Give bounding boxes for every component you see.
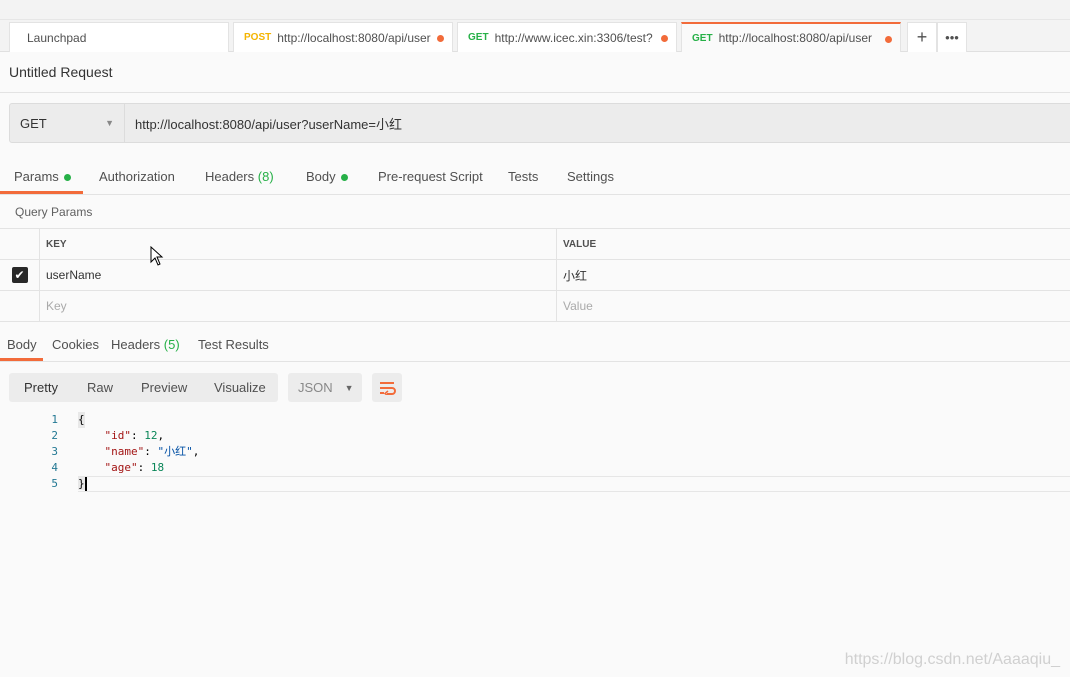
tab-get-icec[interactable]: GET http://www.icec.xin:3306/test? (457, 22, 677, 52)
param-key[interactable]: userName (40, 260, 557, 290)
tab-label: Params (14, 169, 59, 184)
unsaved-dot-icon (885, 36, 892, 43)
url-bar: GET ▼ http://localhost:8080/api/user?user… (9, 103, 1070, 143)
method-select[interactable]: GET ▼ (10, 104, 125, 142)
tab-response-headers[interactable]: Headers (5) (111, 337, 180, 352)
preview-button[interactable]: Preview (141, 380, 187, 395)
tab-get-user-active[interactable]: GET http://localhost:8080/api/user (681, 22, 901, 52)
value-input[interactable]: Value (557, 291, 593, 321)
check-cell (0, 291, 40, 321)
key-header: KEY (40, 229, 557, 259)
tab-authorization[interactable]: Authorization (99, 169, 175, 184)
chevron-down-icon: ▼ (105, 118, 114, 128)
tab-params[interactable]: Params (14, 169, 71, 184)
window-top (0, 0, 1070, 20)
method-badge: POST (244, 32, 272, 43)
request-tab-bar: Launchpad POST http://localhost:8080/api/… (0, 20, 1070, 52)
tab-pre-request-script[interactable]: Pre-request Script (378, 169, 483, 184)
json-key: "age" (104, 461, 138, 474)
param-value[interactable]: 小红 (557, 260, 587, 290)
tab-label: Launchpad (27, 30, 87, 45)
headers-count: (8) (257, 169, 274, 184)
query-params-label: Query Params (15, 205, 93, 219)
tab-label: http://localhost:8080/api/user (277, 30, 431, 45)
json-brace: } (78, 477, 85, 490)
response-tabs: Body Cookies Headers (5) Test Results (0, 330, 1070, 362)
tab-label: Headers (205, 169, 255, 184)
active-dot-icon (340, 174, 348, 182)
tab-response-body[interactable]: Body (7, 337, 37, 352)
header-check-cell (0, 229, 40, 259)
format-select[interactable]: JSON ▼ (288, 373, 362, 402)
more-tabs-icon[interactable]: ••• (937, 22, 967, 52)
line-number: 1 (51, 413, 58, 426)
tab-label: Headers (111, 337, 161, 352)
new-tab-plus-icon[interactable]: + (907, 22, 937, 52)
visualize-button[interactable]: Visualize (214, 380, 266, 395)
request-tabs: Params Authorization Headers (8) Body Pr… (0, 155, 1070, 195)
line-number: 2 (51, 429, 58, 442)
chevron-down-icon: ▼ (344, 382, 354, 393)
tab-body[interactable]: Body (306, 169, 348, 184)
key-input[interactable]: Key (40, 291, 557, 321)
tab-post-user[interactable]: POST http://localhost:8080/api/user (233, 22, 453, 52)
view-mode-group: Pretty Raw Preview Visualize (9, 373, 278, 402)
tab-launchpad[interactable]: Launchpad (9, 22, 229, 52)
method-badge: GET (468, 32, 489, 43)
wrap-lines-icon[interactable] (372, 373, 402, 402)
json-key: "name" (104, 445, 145, 458)
line-number: 3 (51, 445, 58, 458)
code-line: "id": 12, (104, 429, 165, 442)
json-key: "id" (104, 429, 132, 442)
text-cursor (84, 477, 87, 491)
raw-button[interactable]: Raw (87, 380, 113, 395)
active-tab-indicator (0, 358, 43, 361)
tab-tests[interactable]: Tests (508, 169, 538, 184)
divider (0, 92, 1070, 93)
method-badge: GET (692, 32, 713, 44)
pretty-button[interactable]: Pretty (24, 380, 58, 395)
method-value: GET (20, 115, 47, 131)
code-line: { (78, 412, 85, 428)
tab-label: http://localhost:8080/api/user (718, 31, 872, 45)
tab-cookies[interactable]: Cookies (52, 337, 99, 352)
url-input[interactable]: http://localhost:8080/api/user?userName=… (125, 104, 402, 142)
params-table: KEY VALUE ✔ userName 小红 Key Value (0, 228, 1070, 322)
code-line: } (78, 476, 87, 492)
code-line: "age": 18 (104, 461, 165, 474)
tab-test-results[interactable]: Test Results (198, 337, 269, 352)
line-number: 5 (51, 477, 58, 490)
tab-label: http://www.icec.xin:3306/test? (494, 30, 653, 45)
value-header: VALUE (563, 238, 597, 250)
json-value: 12 (144, 429, 158, 442)
checkbox-checked-icon[interactable]: ✔ (11, 267, 28, 283)
unsaved-dot-icon (437, 35, 444, 42)
watermark: https://blog.csdn.net/Aaaaqiu_ (844, 651, 1060, 668)
active-dot-icon (63, 174, 71, 182)
active-tab-indicator (0, 191, 83, 194)
headers-count: (5) (163, 337, 180, 352)
mouse-cursor-icon (150, 246, 164, 266)
code-line: "name": "小红", (104, 445, 200, 458)
tab-headers[interactable]: Headers (8) (205, 169, 274, 184)
format-value: JSON (298, 380, 333, 395)
json-value: 18 (150, 461, 165, 474)
tab-label: Body (306, 169, 336, 184)
json-value: "小红" (157, 445, 193, 458)
request-title[interactable]: Untitled Request (9, 64, 113, 80)
line-number: 4 (51, 461, 58, 474)
check-cell: ✔ (0, 260, 40, 290)
unsaved-dot-icon (661, 35, 668, 42)
response-body-code[interactable]: 1 { 2 "id": 12, 3 "name": "小红", 4 "age": … (0, 412, 1070, 492)
tab-settings[interactable]: Settings (567, 169, 614, 184)
table-row-empty: Key Value (0, 291, 1070, 322)
